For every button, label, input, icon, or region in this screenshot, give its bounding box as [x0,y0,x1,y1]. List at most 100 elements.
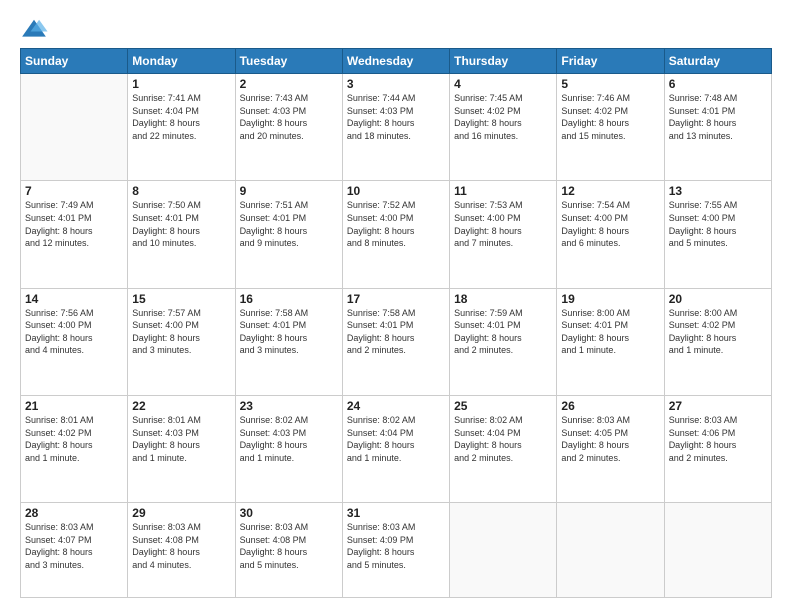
calendar-cell: 23Sunrise: 8:02 AM Sunset: 4:03 PM Dayli… [235,395,342,502]
calendar-cell: 10Sunrise: 7:52 AM Sunset: 4:00 PM Dayli… [342,181,449,288]
weekday-header-thursday: Thursday [450,49,557,74]
calendar-cell: 3Sunrise: 7:44 AM Sunset: 4:03 PM Daylig… [342,74,449,181]
day-number: 12 [561,184,659,198]
day-info: Sunrise: 7:54 AM Sunset: 4:00 PM Dayligh… [561,199,659,249]
day-number: 17 [347,292,445,306]
calendar-week-row: 28Sunrise: 8:03 AM Sunset: 4:07 PM Dayli… [21,503,772,598]
calendar-cell [664,503,771,598]
weekday-header-monday: Monday [128,49,235,74]
day-info: Sunrise: 8:03 AM Sunset: 4:06 PM Dayligh… [669,414,767,464]
day-info: Sunrise: 8:01 AM Sunset: 4:02 PM Dayligh… [25,414,123,464]
day-number: 5 [561,77,659,91]
day-info: Sunrise: 8:01 AM Sunset: 4:03 PM Dayligh… [132,414,230,464]
day-number: 27 [669,399,767,413]
calendar-cell: 30Sunrise: 8:03 AM Sunset: 4:08 PM Dayli… [235,503,342,598]
day-number: 4 [454,77,552,91]
day-number: 16 [240,292,338,306]
calendar-cell: 12Sunrise: 7:54 AM Sunset: 4:00 PM Dayli… [557,181,664,288]
day-info: Sunrise: 7:51 AM Sunset: 4:01 PM Dayligh… [240,199,338,249]
calendar-cell: 16Sunrise: 7:58 AM Sunset: 4:01 PM Dayli… [235,288,342,395]
calendar-cell: 26Sunrise: 8:03 AM Sunset: 4:05 PM Dayli… [557,395,664,502]
day-number: 28 [25,506,123,520]
calendar-cell: 13Sunrise: 7:55 AM Sunset: 4:00 PM Dayli… [664,181,771,288]
calendar-cell: 14Sunrise: 7:56 AM Sunset: 4:00 PM Dayli… [21,288,128,395]
day-info: Sunrise: 7:57 AM Sunset: 4:00 PM Dayligh… [132,307,230,357]
day-number: 9 [240,184,338,198]
day-info: Sunrise: 7:58 AM Sunset: 4:01 PM Dayligh… [347,307,445,357]
day-number: 18 [454,292,552,306]
day-number: 13 [669,184,767,198]
calendar-cell: 6Sunrise: 7:48 AM Sunset: 4:01 PM Daylig… [664,74,771,181]
calendar-cell: 22Sunrise: 8:01 AM Sunset: 4:03 PM Dayli… [128,395,235,502]
calendar-cell: 9Sunrise: 7:51 AM Sunset: 4:01 PM Daylig… [235,181,342,288]
day-number: 31 [347,506,445,520]
day-info: Sunrise: 8:03 AM Sunset: 4:08 PM Dayligh… [240,521,338,571]
weekday-header-row: SundayMondayTuesdayWednesdayThursdayFrid… [21,49,772,74]
calendar-cell [21,74,128,181]
day-number: 2 [240,77,338,91]
weekday-header-tuesday: Tuesday [235,49,342,74]
day-info: Sunrise: 7:55 AM Sunset: 4:00 PM Dayligh… [669,199,767,249]
calendar-week-row: 14Sunrise: 7:56 AM Sunset: 4:00 PM Dayli… [21,288,772,395]
header [20,18,772,40]
day-info: Sunrise: 7:46 AM Sunset: 4:02 PM Dayligh… [561,92,659,142]
day-info: Sunrise: 8:03 AM Sunset: 4:08 PM Dayligh… [132,521,230,571]
day-info: Sunrise: 7:43 AM Sunset: 4:03 PM Dayligh… [240,92,338,142]
page: SundayMondayTuesdayWednesdayThursdayFrid… [0,0,792,612]
day-number: 26 [561,399,659,413]
calendar-cell: 24Sunrise: 8:02 AM Sunset: 4:04 PM Dayli… [342,395,449,502]
calendar-cell [450,503,557,598]
day-number: 29 [132,506,230,520]
calendar-week-row: 1Sunrise: 7:41 AM Sunset: 4:04 PM Daylig… [21,74,772,181]
calendar-cell: 15Sunrise: 7:57 AM Sunset: 4:00 PM Dayli… [128,288,235,395]
calendar-cell: 27Sunrise: 8:03 AM Sunset: 4:06 PM Dayli… [664,395,771,502]
logo [20,18,52,40]
day-info: Sunrise: 8:03 AM Sunset: 4:05 PM Dayligh… [561,414,659,464]
day-info: Sunrise: 7:56 AM Sunset: 4:00 PM Dayligh… [25,307,123,357]
day-info: Sunrise: 7:53 AM Sunset: 4:00 PM Dayligh… [454,199,552,249]
calendar-cell: 25Sunrise: 8:02 AM Sunset: 4:04 PM Dayli… [450,395,557,502]
day-info: Sunrise: 7:50 AM Sunset: 4:01 PM Dayligh… [132,199,230,249]
calendar-cell: 8Sunrise: 7:50 AM Sunset: 4:01 PM Daylig… [128,181,235,288]
calendar-cell: 11Sunrise: 7:53 AM Sunset: 4:00 PM Dayli… [450,181,557,288]
calendar-week-row: 7Sunrise: 7:49 AM Sunset: 4:01 PM Daylig… [21,181,772,288]
day-number: 1 [132,77,230,91]
day-info: Sunrise: 7:58 AM Sunset: 4:01 PM Dayligh… [240,307,338,357]
calendar-cell: 29Sunrise: 8:03 AM Sunset: 4:08 PM Dayli… [128,503,235,598]
day-number: 20 [669,292,767,306]
day-number: 6 [669,77,767,91]
day-number: 30 [240,506,338,520]
weekday-header-friday: Friday [557,49,664,74]
day-number: 15 [132,292,230,306]
day-info: Sunrise: 7:52 AM Sunset: 4:00 PM Dayligh… [347,199,445,249]
calendar-cell: 7Sunrise: 7:49 AM Sunset: 4:01 PM Daylig… [21,181,128,288]
calendar-cell: 2Sunrise: 7:43 AM Sunset: 4:03 PM Daylig… [235,74,342,181]
calendar-cell: 28Sunrise: 8:03 AM Sunset: 4:07 PM Dayli… [21,503,128,598]
day-number: 14 [25,292,123,306]
day-info: Sunrise: 7:41 AM Sunset: 4:04 PM Dayligh… [132,92,230,142]
day-info: Sunrise: 7:59 AM Sunset: 4:01 PM Dayligh… [454,307,552,357]
day-info: Sunrise: 8:00 AM Sunset: 4:02 PM Dayligh… [669,307,767,357]
day-info: Sunrise: 8:02 AM Sunset: 4:03 PM Dayligh… [240,414,338,464]
day-info: Sunrise: 8:02 AM Sunset: 4:04 PM Dayligh… [347,414,445,464]
calendar-cell: 4Sunrise: 7:45 AM Sunset: 4:02 PM Daylig… [450,74,557,181]
day-number: 22 [132,399,230,413]
calendar-cell: 5Sunrise: 7:46 AM Sunset: 4:02 PM Daylig… [557,74,664,181]
day-info: Sunrise: 7:44 AM Sunset: 4:03 PM Dayligh… [347,92,445,142]
weekday-header-wednesday: Wednesday [342,49,449,74]
day-number: 11 [454,184,552,198]
calendar-cell: 21Sunrise: 8:01 AM Sunset: 4:02 PM Dayli… [21,395,128,502]
day-info: Sunrise: 8:03 AM Sunset: 4:09 PM Dayligh… [347,521,445,571]
logo-icon [20,18,48,40]
calendar-cell: 17Sunrise: 7:58 AM Sunset: 4:01 PM Dayli… [342,288,449,395]
day-info: Sunrise: 8:02 AM Sunset: 4:04 PM Dayligh… [454,414,552,464]
day-number: 24 [347,399,445,413]
day-number: 25 [454,399,552,413]
day-info: Sunrise: 7:48 AM Sunset: 4:01 PM Dayligh… [669,92,767,142]
calendar-cell: 20Sunrise: 8:00 AM Sunset: 4:02 PM Dayli… [664,288,771,395]
calendar-cell [557,503,664,598]
calendar-cell: 1Sunrise: 7:41 AM Sunset: 4:04 PM Daylig… [128,74,235,181]
day-info: Sunrise: 8:00 AM Sunset: 4:01 PM Dayligh… [561,307,659,357]
day-number: 19 [561,292,659,306]
calendar-table: SundayMondayTuesdayWednesdayThursdayFrid… [20,48,772,598]
